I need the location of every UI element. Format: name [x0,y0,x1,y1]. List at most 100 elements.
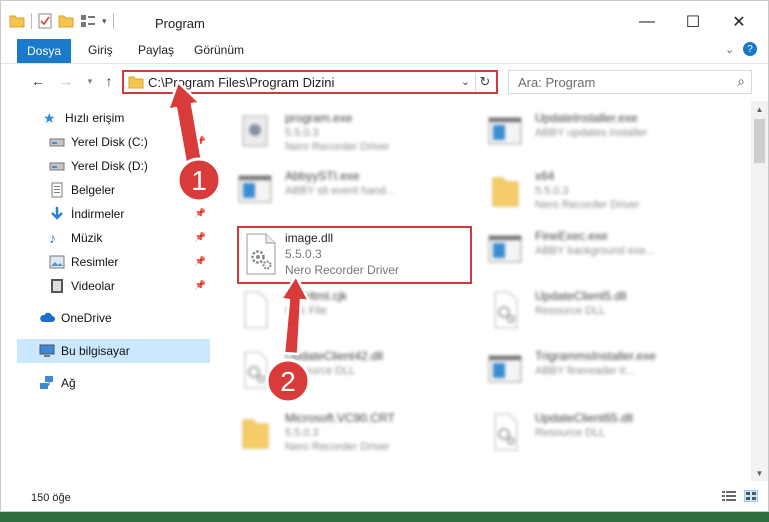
tab-home[interactable]: Giriş [88,43,113,57]
tab-share[interactable]: Paylaş [138,43,174,57]
forward-button[interactable]: → [56,71,76,91]
scroll-down-icon[interactable]: ▼ [751,465,768,481]
sidebar-item-local-disk-d[interactable]: Yerel Disk (D:) [49,154,210,178]
sidebar-item-label: OneDrive [61,311,112,325]
refresh-button[interactable]: ↻ [475,73,494,91]
scrollbar-thumb[interactable] [754,119,765,163]
view-switcher [722,490,758,502]
file-tile[interactable]: TrigrammsInstaller.exe ABBY finereader t… [477,341,717,399]
maximize-button[interactable]: ☐ [671,9,715,35]
drive-icon [49,138,65,147]
dll-icon [244,351,268,389]
ribbon-tabs: Dosya Giriş Paylaş Görünüm ⌄ ? [1,39,768,64]
address-path[interactable]: C:\Program Files\Program Dizini [148,75,334,90]
chevron-down-icon[interactable]: ⌄ [461,75,470,88]
file-name: FineExec.exe [535,229,608,243]
file-tile[interactable]: UpdateClient65.dll Resource DLL [477,403,717,461]
pin-icon[interactable]: 📌 [195,256,206,267]
window-icon [488,235,522,263]
sidebar-item-network[interactable]: Ağ [39,371,210,395]
computer-icon [39,344,55,357]
videos-icon [51,279,63,293]
search-box[interactable]: Ara: Program ⌕ [508,70,752,94]
file-tile[interactable]: FileHtml.cjk CJK File [227,281,467,339]
file-name: Microsoft.VC90.CRT [285,411,395,425]
file-tile[interactable]: x64 5.5.0.3 Nero Recorder Driver [477,161,717,219]
forward-arrow-icon: → [59,73,73,89]
back-button[interactable]: ← [28,71,48,91]
file-name: AbbyySTI.exe [285,169,360,183]
sidebar-item-label: Müzik [71,231,103,245]
sidebar-item-this-pc[interactable]: Bu bilgisayar [17,339,210,363]
navigation-bar: ← → ▾ ↑ C:\Program Files\Program Dizini … [1,64,768,98]
file-tile-image-dll[interactable]: image.dll 5.5.0.3 Nero Recorder Driver [237,226,472,284]
status-bar: 150 öğe [1,483,768,511]
sidebar-item-pictures[interactable]: Resimler 📌 [49,250,210,274]
toolbar-separator [31,13,32,29]
up-arrow-icon: ↑ [105,73,113,89]
properties-icon[interactable] [38,13,52,29]
address-bar[interactable]: C:\Program Files\Program Dizini ⌄ ↻ [122,70,498,94]
tab-file[interactable]: Dosya [17,39,71,63]
tab-view[interactable]: Görünüm [194,43,244,57]
close-button[interactable]: ✕ [717,9,761,35]
toolbar-separator [112,13,114,29]
file-tile[interactable]: program.exe 5.5.0.3 Nero Recorder Driver [227,103,467,161]
file-name: TrigrammsInstaller.exe [535,349,656,363]
pin-icon[interactable]: 📌 [195,208,206,219]
sidebar-item-documents[interactable]: Belgeler 📌 [49,178,210,202]
pin-icon[interactable]: 📌 [195,136,206,147]
file-version: ABBY background exe... [535,245,655,257]
star-icon: ★ [43,110,56,126]
file-name: UpdateClient5.dll [535,289,627,303]
file-version: Resource DLL [535,427,606,439]
sidebar-item-label: Hızlı erişim [65,111,125,125]
dll-icon [246,233,276,275]
view-options-icon[interactable] [80,14,96,28]
details-view-icon[interactable] [722,490,736,502]
file-name: program.exe [285,111,353,125]
sidebar-item-music[interactable]: ♪ Müzik 📌 [49,226,210,250]
file-version: CJK File [285,305,327,317]
file-name: image.dll [285,231,334,245]
sidebar-item-local-disk-c[interactable]: Yerel Disk (C:) 📌 [49,130,210,154]
file-name: x64 [535,169,555,183]
search-input[interactable]: Ara: Program [518,75,595,90]
pin-icon[interactable]: 📌 [195,232,206,243]
file-name: UpdateClient65.dll [535,411,634,425]
file-version: ABBY updates installer [535,127,648,139]
title-bar: ▾ Program — ☐ ✕ [1,1,768,39]
sidebar-item-quick-access[interactable]: ★ Hızlı erişim [43,106,210,130]
recent-locations-button[interactable]: ▾ [80,71,100,91]
back-arrow-icon: ← [31,73,45,89]
customize-toolbar-icon[interactable]: ▾ [102,16,107,27]
new-folder-icon[interactable] [58,14,74,28]
help-button[interactable]: ? [743,42,757,56]
window-icon [238,175,272,203]
minimize-button[interactable]: — [625,9,669,35]
window-icon [488,355,522,383]
file-tile[interactable]: UpdateClient5.dll Resource DLL [477,281,717,339]
pin-icon[interactable]: 📌 [195,184,206,195]
sidebar-item-label: Belgeler [71,183,116,197]
item-count: 150 öğe [31,492,71,504]
pin-icon[interactable]: 📌 [195,280,206,291]
file-description: Nero Recorder Driver [285,141,390,153]
expand-ribbon-icon[interactable]: ⌄ [725,43,734,56]
scroll-up-icon[interactable]: ▲ [751,101,768,117]
file-tile[interactable]: UpdateInstaller.exe ABBY updates install… [477,103,717,161]
tiles-view-icon[interactable] [744,490,758,502]
sidebar-item-videos[interactable]: Videolar 📌 [49,274,210,298]
sidebar-item-label: Yerel Disk (D:) [71,159,148,173]
file-description: Nero Recorder Driver [285,263,400,277]
vertical-scrollbar[interactable]: ▲ ▼ [751,101,768,481]
file-icon [244,291,268,329]
file-tile[interactable]: Microsoft.VC90.CRT 5.5.0.3 Nero Recorder… [227,403,467,461]
window-icon [488,117,522,145]
file-tile[interactable]: AbbyySTI.exe ABBY sti event hand... [227,161,467,219]
sidebar-item-downloads[interactable]: İndirmeler 📌 [49,202,210,226]
file-tile[interactable]: UpdateClient42.dll Resource DLL [227,341,467,399]
file-tile[interactable]: FineExec.exe ABBY background exe... [477,221,717,279]
sidebar-item-onedrive[interactable]: OneDrive [39,306,210,330]
up-button[interactable]: ↑ [99,71,119,91]
